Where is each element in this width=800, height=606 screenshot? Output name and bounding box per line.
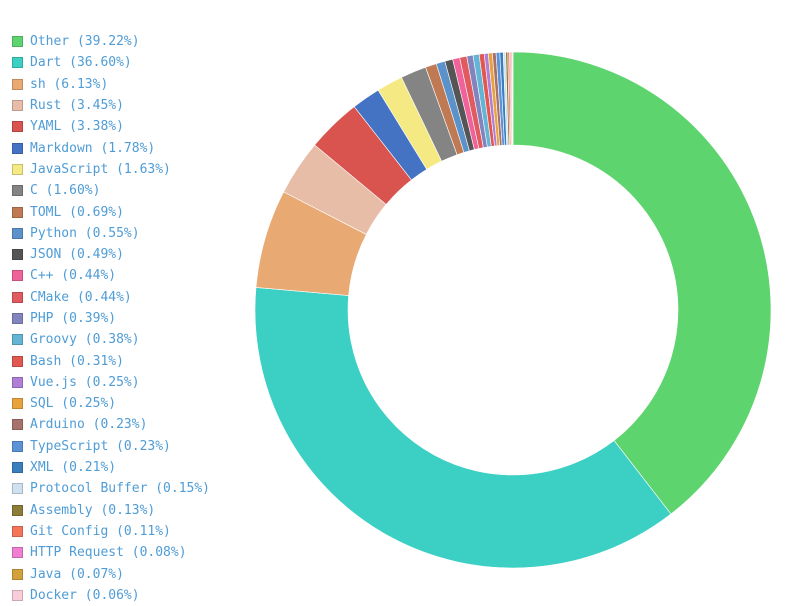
chart-legend: Other (39.22%) Dart (36.60%) sh (6.13%) Rus… [12,31,252,606]
legend-item[interactable]: Rust (3.45%) [12,95,252,116]
legend-color-swatch [12,334,23,346]
legend-color-swatch [12,57,23,69]
legend-color-swatch [12,100,23,112]
legend-item-label: Git Config (0.11%) [30,523,171,539]
legend-item-label: PHP (0.39%) [30,311,117,326]
donut-slice[interactable] [254,287,672,569]
legend-item[interactable]: Protocol Buffer (0.15%) [12,478,252,499]
legend-item-label: Arduino (0.23%) [30,417,148,433]
legend-item[interactable]: SQL (0.25%) [12,393,252,414]
legend-item-label: TypeScript (0.23%) [30,438,171,454]
legend-item[interactable]: JSON (0.49%) [12,244,252,265]
donut-slice[interactable] [511,51,514,146]
legend-color-swatch [12,462,23,474]
legend-color-swatch [12,36,23,48]
legend-color-swatch [12,355,23,367]
legend-item[interactable]: XML (0.21%) [12,457,252,478]
legend-color-swatch [12,291,23,303]
legend-item-label: Assembly (0.13%) [30,502,156,518]
legend-color-swatch [12,483,23,495]
legend-color-swatch [12,78,23,90]
legend-item-label: CMake (0.44%) [30,289,132,305]
legend-color-swatch [12,525,23,537]
donut-slice[interactable] [512,51,772,515]
legend-item[interactable]: Markdown (1.78%) [12,137,252,158]
legend-item[interactable]: Vue.js (0.25%) [12,372,252,393]
legend-item[interactable]: sh (6.13%) [12,74,252,95]
legend-item[interactable]: PHP (0.39%) [12,308,252,329]
legend-color-swatch [12,206,23,218]
legend-item[interactable]: Python (0.55%) [12,223,252,244]
legend-color-swatch [12,419,23,431]
legend-item[interactable]: CMake (0.44%) [12,287,252,308]
legend-item-label: C (1.60%) [30,183,101,199]
legend-item[interactable]: Git Config (0.11%) [12,521,252,542]
legend-item[interactable]: Other (39.22%) [12,31,252,52]
legend-item-label: JavaScript (1.63%) [30,161,171,177]
legend-color-swatch [12,440,23,452]
legend-item[interactable]: C++ (0.44%) [12,265,252,286]
legend-item-label: HTTP Request (0.08%) [30,545,187,561]
legend-item[interactable]: HTTP Request (0.08%) [12,542,252,563]
legend-item[interactable]: JavaScript (1.63%) [12,159,252,180]
donut-slice-group [254,51,772,569]
legend-color-swatch [12,398,23,410]
legend-item-label: YAML (3.38%) [30,119,124,135]
legend-item[interactable]: Dart (36.60%) [12,52,252,73]
legend-item-label: Dart (36.60%) [30,55,132,71]
legend-color-swatch [12,142,23,154]
legend-item-label: sh (6.13%) [30,76,109,92]
legend-item-label: JSON (0.49%) [30,247,124,263]
legend-item-label: Bash (0.31%) [30,353,124,369]
legend-item[interactable]: Assembly (0.13%) [12,500,252,521]
legend-color-swatch [12,270,23,282]
legend-color-swatch [12,313,23,324]
legend-color-swatch [12,185,23,197]
legend-color-swatch [12,504,23,516]
legend-color-swatch [12,376,23,388]
legend-item-label: Rust (3.45%) [30,98,124,114]
legend-item-label: Groovy (0.38%) [30,332,140,348]
legend-item-label: Protocol Buffer (0.15%) [30,481,211,497]
legend-color-swatch [12,163,23,175]
legend-item-label: SQL (0.25%) [30,396,117,412]
legend-item-label: Vue.js (0.25%) [30,374,140,390]
legend-item[interactable]: Groovy (0.38%) [12,329,252,350]
legend-item[interactable]: Arduino (0.23%) [12,414,252,435]
legend-color-swatch [12,547,23,559]
legend-item-label: Java (0.07%) [30,566,124,582]
legend-item[interactable]: TOML (0.69%) [12,201,252,222]
legend-item[interactable]: Docker (0.06%) [12,585,252,606]
donut-chart-figure: Other (39.22%) Dart (36.60%) sh (6.13%) Rus… [0,0,800,602]
legend-item[interactable]: Java (0.07%) [12,563,252,584]
legend-item-label: XML (0.21%) [30,460,117,476]
legend-item[interactable]: TypeScript (0.23%) [12,436,252,457]
legend-color-swatch [12,249,23,261]
legend-item[interactable]: C (1.60%) [12,180,252,201]
legend-item-label: Other (39.22%) [30,34,140,50]
legend-item[interactable]: Bash (0.31%) [12,350,252,371]
legend-item-label: C++ (0.44%) [30,268,117,284]
legend-color-swatch [12,121,23,133]
legend-item[interactable]: YAML (3.38%) [12,116,252,137]
legend-item-label: TOML (0.69%) [30,204,124,220]
legend-color-swatch [12,589,23,601]
legend-item-label: Markdown (1.78%) [30,140,156,156]
legend-item-label: Python (0.55%) [30,225,140,241]
legend-color-swatch [12,227,23,239]
legend-color-swatch [12,568,23,580]
